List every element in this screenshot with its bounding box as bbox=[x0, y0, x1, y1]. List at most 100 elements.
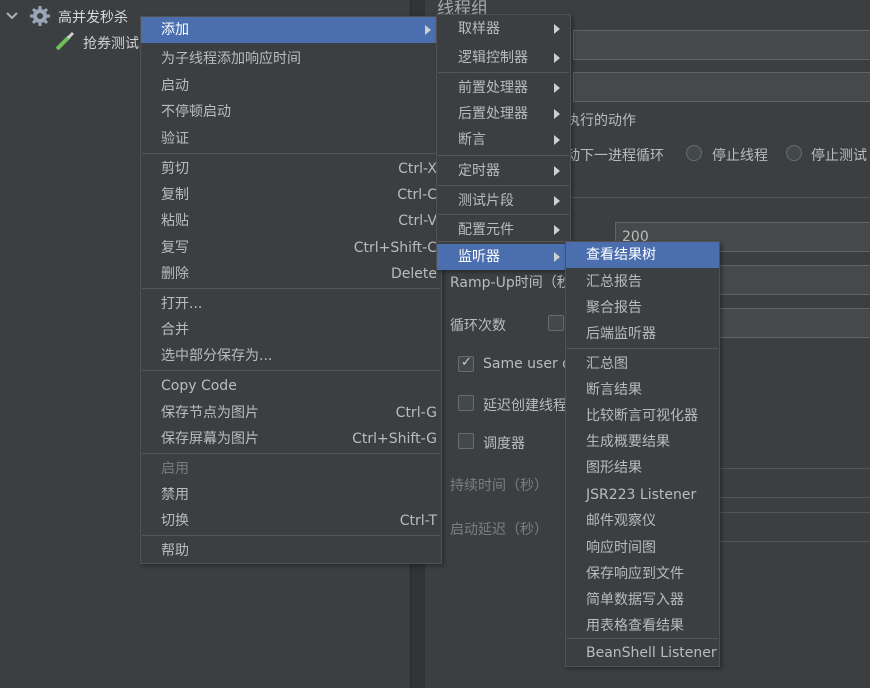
add-submenu-item[interactable]: 断言 bbox=[437, 127, 570, 153]
listener-submenu-item-label: 图形结果 bbox=[586, 460, 642, 476]
context-menu-item-label: 剪切 bbox=[161, 161, 189, 177]
listener-submenu-item-label: 响应时间图 bbox=[586, 540, 656, 556]
context-menu-item[interactable]: 选中部分保存为... bbox=[141, 343, 441, 369]
add-submenu-item[interactable]: 定时器 bbox=[437, 158, 570, 184]
menu-separator bbox=[438, 155, 569, 156]
add-submenu-item[interactable]: 测试片段 bbox=[437, 188, 570, 214]
error-action-label: 执行的动作 bbox=[566, 113, 636, 129]
context-menu-item[interactable]: 保存屏幕为图片 Ctrl+Shift-G bbox=[141, 426, 441, 452]
context-menu-item: 启用 bbox=[141, 456, 441, 482]
context-menu-item[interactable]: 粘贴 Ctrl-V bbox=[141, 208, 441, 234]
menu-separator bbox=[438, 214, 569, 215]
name-field[interactable] bbox=[573, 30, 870, 60]
add-submenu-item-label: 监听器 bbox=[458, 249, 500, 265]
radio-next-loop-label: 动下一进程循环 bbox=[566, 148, 664, 164]
expand-chevron-icon[interactable] bbox=[6, 9, 18, 20]
add-submenu-item-label: 断言 bbox=[458, 132, 486, 148]
add-submenu: 取样器逻辑控制器前置处理器后置处理器断言定时器测试片段配置元件监听器 bbox=[436, 14, 571, 270]
submenu-arrow-icon bbox=[554, 252, 560, 262]
menu-separator bbox=[438, 185, 569, 186]
rampup-label: Ramp-Up时间（秒 bbox=[450, 275, 571, 291]
listener-submenu-item[interactable]: 简单数据写入器 bbox=[566, 587, 719, 613]
listener-submenu-item[interactable]: 查看结果树 bbox=[566, 242, 719, 268]
context-menu-item-label: 切换 bbox=[161, 513, 189, 529]
context-menu-item[interactable]: 验证 bbox=[141, 126, 441, 152]
listener-submenu-item[interactable]: 图形结果 bbox=[566, 455, 719, 481]
submenu-arrow-icon bbox=[554, 196, 560, 206]
listener-submenu-item[interactable]: 生成概要结果 bbox=[566, 429, 719, 455]
stop-test-label: 停止测试 bbox=[811, 148, 867, 164]
listener-submenu-item[interactable]: 断言结果 bbox=[566, 377, 719, 403]
context-menu-item[interactable]: 剪切 Ctrl-X bbox=[141, 156, 441, 182]
listener-submenu-item[interactable]: 用表格查看结果 bbox=[566, 613, 719, 639]
tree-node-thread-group[interactable]: 高并发秒杀 bbox=[58, 7, 128, 27]
listener-submenu-item[interactable]: 汇总报告 bbox=[566, 269, 719, 295]
listener-submenu-item[interactable]: 聚合报告 bbox=[566, 295, 719, 321]
context-menu-item-label: 帮助 bbox=[161, 543, 189, 559]
add-submenu-item-label: 后置处理器 bbox=[458, 106, 528, 122]
submenu-arrow-icon bbox=[554, 166, 560, 176]
add-submenu-item-label: 配置元件 bbox=[458, 222, 514, 238]
context-menu-item-shortcut: Ctrl-T bbox=[399, 513, 437, 529]
context-menu-item-shortcut: Ctrl-G bbox=[395, 405, 437, 421]
menu-separator bbox=[142, 453, 440, 454]
context-menu-item[interactable]: 保存节点为图片 Ctrl-G bbox=[141, 400, 441, 426]
scheduler-checkbox[interactable] bbox=[458, 433, 474, 449]
context-menu-item-shortcut: Delete bbox=[391, 266, 437, 282]
section-divider bbox=[566, 197, 870, 198]
context-menu-item-label: 打开... bbox=[161, 296, 203, 312]
submenu-arrow-icon bbox=[554, 109, 560, 119]
listener-submenu-item-label: BeanShell Listener bbox=[586, 645, 717, 661]
context-menu-item[interactable]: 为子线程添加响应时间 bbox=[141, 46, 441, 72]
context-menu-item[interactable]: 复写 Ctrl+Shift-C bbox=[141, 235, 441, 261]
context-menu-item-shortcut: Ctrl-X bbox=[398, 161, 437, 177]
context-menu-item[interactable]: 启动 bbox=[141, 73, 441, 99]
context-menu-item[interactable]: 复制 Ctrl-C bbox=[141, 182, 441, 208]
listener-submenu-item[interactable]: 邮件观察仪 bbox=[566, 508, 719, 534]
add-submenu-item[interactable]: 逻辑控制器 bbox=[437, 45, 570, 71]
context-menu-item[interactable]: 删除 Delete bbox=[141, 261, 441, 287]
context-menu-item[interactable]: 添加 bbox=[141, 17, 441, 43]
context-menu-item-label: 粘贴 bbox=[161, 213, 189, 229]
submenu-arrow-icon bbox=[425, 25, 431, 35]
stop-test-radio[interactable] bbox=[786, 145, 802, 161]
add-submenu-item[interactable]: 后置处理器 bbox=[437, 101, 570, 127]
context-menu-item-label: 合并 bbox=[161, 322, 189, 338]
context-menu-item-label: 复制 bbox=[161, 187, 189, 203]
listener-submenu-item[interactable]: 保存响应到文件 bbox=[566, 561, 719, 587]
context-menu-item-label: 启动 bbox=[161, 78, 189, 94]
listener-submenu-item[interactable]: 汇总图 bbox=[566, 351, 719, 377]
listener-submenu-item[interactable]: 比较断言可视化器 bbox=[566, 403, 719, 429]
listener-submenu-item[interactable]: 后端监听器 bbox=[566, 321, 719, 347]
menu-separator bbox=[438, 72, 569, 73]
context-menu-item-label: 删除 bbox=[161, 266, 189, 282]
stop-thread-radio[interactable] bbox=[686, 145, 702, 161]
context-menu-item-label: 启用 bbox=[161, 461, 189, 477]
listener-submenu-item[interactable]: 响应时间图 bbox=[566, 535, 719, 561]
add-submenu-item[interactable]: 取样器 bbox=[437, 16, 570, 42]
startup-delay-label: 启动延迟（秒） bbox=[450, 522, 548, 538]
submenu-arrow-icon bbox=[554, 53, 560, 63]
context-menu-item-shortcut: Ctrl-V bbox=[398, 213, 437, 229]
delay-create-checkbox[interactable] bbox=[458, 395, 474, 411]
listener-submenu-item-label: 邮件观察仪 bbox=[586, 513, 656, 529]
context-menu-item[interactable]: 合并 bbox=[141, 317, 441, 343]
same-user-checkbox[interactable] bbox=[458, 355, 474, 372]
listener-submenu-item[interactable]: BeanShell Listener bbox=[566, 640, 719, 666]
context-menu-item[interactable]: 不停顿启动 bbox=[141, 99, 441, 125]
context-menu-item[interactable]: 禁用 bbox=[141, 482, 441, 508]
comment-field[interactable] bbox=[573, 72, 870, 102]
listener-submenu-item[interactable]: JSR223 Listener bbox=[566, 482, 719, 508]
context-menu-item[interactable]: 打开... bbox=[141, 291, 441, 317]
add-submenu-item[interactable]: 配置元件 bbox=[437, 217, 570, 243]
context-menu-item-label: 保存屏幕为图片 bbox=[161, 431, 259, 447]
context-menu-item-shortcut: Ctrl+Shift-C bbox=[353, 240, 437, 256]
context-menu-item[interactable]: 切换 Ctrl-T bbox=[141, 508, 441, 534]
context-menu-item[interactable]: 帮助 bbox=[141, 538, 441, 564]
infinite-checkbox[interactable] bbox=[548, 315, 564, 331]
add-submenu-item[interactable]: 前置处理器 bbox=[437, 75, 570, 101]
menu-separator bbox=[142, 153, 440, 154]
add-submenu-item[interactable]: 监听器 bbox=[437, 244, 570, 270]
context-menu-item[interactable]: Copy Code bbox=[141, 373, 441, 399]
tree-node-sampler[interactable]: 抢券测试 bbox=[83, 33, 139, 53]
